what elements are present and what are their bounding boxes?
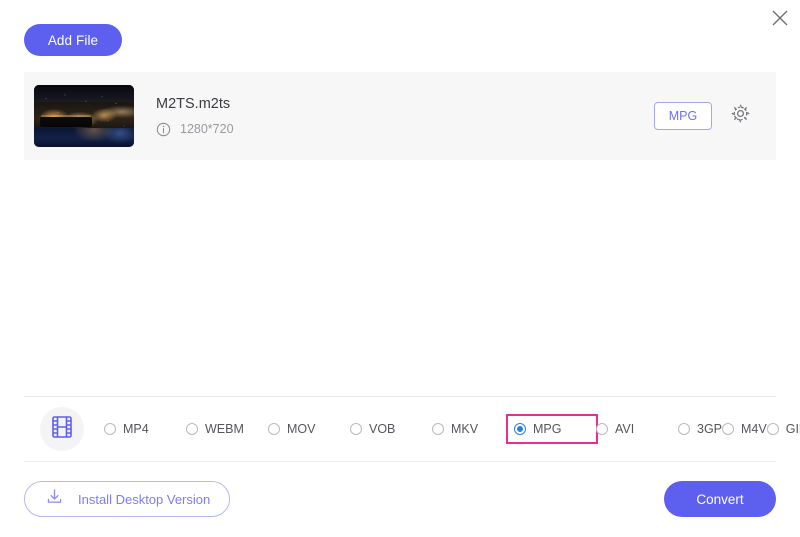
- format-radio-group: MP4 WEBM MOV VOB MKV MPG AVI 3GP M4V GI: [104, 414, 800, 444]
- format-option-webm[interactable]: WEBM: [186, 416, 268, 442]
- format-option-label: M4V: [741, 422, 767, 436]
- format-option-gif[interactable]: GIF: [766, 416, 800, 442]
- format-option-mpg[interactable]: MPG: [506, 414, 598, 444]
- output-format-badge[interactable]: MPG: [654, 102, 712, 130]
- radio-indicator: [678, 423, 690, 435]
- radio-indicator: [104, 423, 116, 435]
- format-option-m4v[interactable]: M4V: [722, 416, 767, 442]
- file-metadata: M2TS.m2ts 1280*720: [156, 96, 234, 137]
- file-details-row: 1280*720: [156, 122, 234, 137]
- info-icon[interactable]: [156, 122, 171, 137]
- install-button-label: Install Desktop Version: [78, 491, 211, 507]
- file-resolution: 1280*720: [180, 122, 234, 136]
- file-list-panel: M2TS.m2ts 1280*720 MPG: [24, 72, 776, 160]
- format-option-label: MP4: [123, 422, 149, 436]
- format-option-avi[interactable]: AVI: [596, 416, 678, 442]
- file-list-item[interactable]: M2TS.m2ts 1280*720 MPG: [24, 72, 776, 160]
- radio-indicator: [514, 423, 526, 435]
- format-option-label: VOB: [369, 422, 396, 436]
- format-option-label: 3GP: [697, 422, 723, 436]
- radio-indicator: [268, 423, 280, 435]
- gear-icon: [730, 103, 751, 129]
- radio-indicator: [766, 423, 779, 435]
- radio-indicator: [722, 423, 735, 435]
- video-formats-tab[interactable]: [40, 407, 84, 451]
- format-option-label: MOV: [287, 422, 316, 436]
- format-option-mov[interactable]: MOV: [268, 416, 350, 442]
- format-option-mp4[interactable]: MP4: [104, 416, 186, 442]
- format-option-label: MPG: [533, 422, 562, 436]
- install-desktop-version-button[interactable]: Install Desktop Version: [24, 481, 230, 517]
- radio-indicator: [186, 423, 198, 435]
- format-option-vob[interactable]: VOB: [350, 416, 432, 442]
- format-option-label: GIF: [785, 422, 800, 436]
- format-option-label: WEBM: [205, 422, 244, 436]
- settings-button[interactable]: [728, 104, 752, 128]
- converter-window: Add File M2TS.m2ts 1280*720 MPG MP4 WEBM…: [0, 0, 800, 537]
- radio-indicator: [432, 423, 444, 435]
- download-icon: [45, 487, 64, 511]
- format-option-mkv[interactable]: MKV: [432, 416, 514, 442]
- convert-button[interactable]: Convert: [664, 481, 776, 517]
- file-name: M2TS.m2ts: [156, 95, 231, 112]
- film-strip-icon: [49, 414, 75, 445]
- file-actions: MPG: [654, 102, 752, 130]
- add-file-button[interactable]: Add File: [24, 24, 122, 56]
- format-option-3gp[interactable]: 3GP: [678, 416, 722, 442]
- radio-indicator: [350, 423, 362, 435]
- close-window-button[interactable]: [766, 4, 794, 32]
- video-thumbnail[interactable]: [34, 85, 134, 147]
- format-option-label: AVI: [615, 422, 635, 436]
- radio-indicator: [596, 423, 608, 435]
- format-selector-panel: MP4 WEBM MOV VOB MKV MPG AVI 3GP M4V GI: [24, 396, 800, 462]
- format-option-label: MKV: [451, 422, 479, 436]
- close-icon: [771, 9, 789, 27]
- thumbnail-lights: [34, 85, 134, 147]
